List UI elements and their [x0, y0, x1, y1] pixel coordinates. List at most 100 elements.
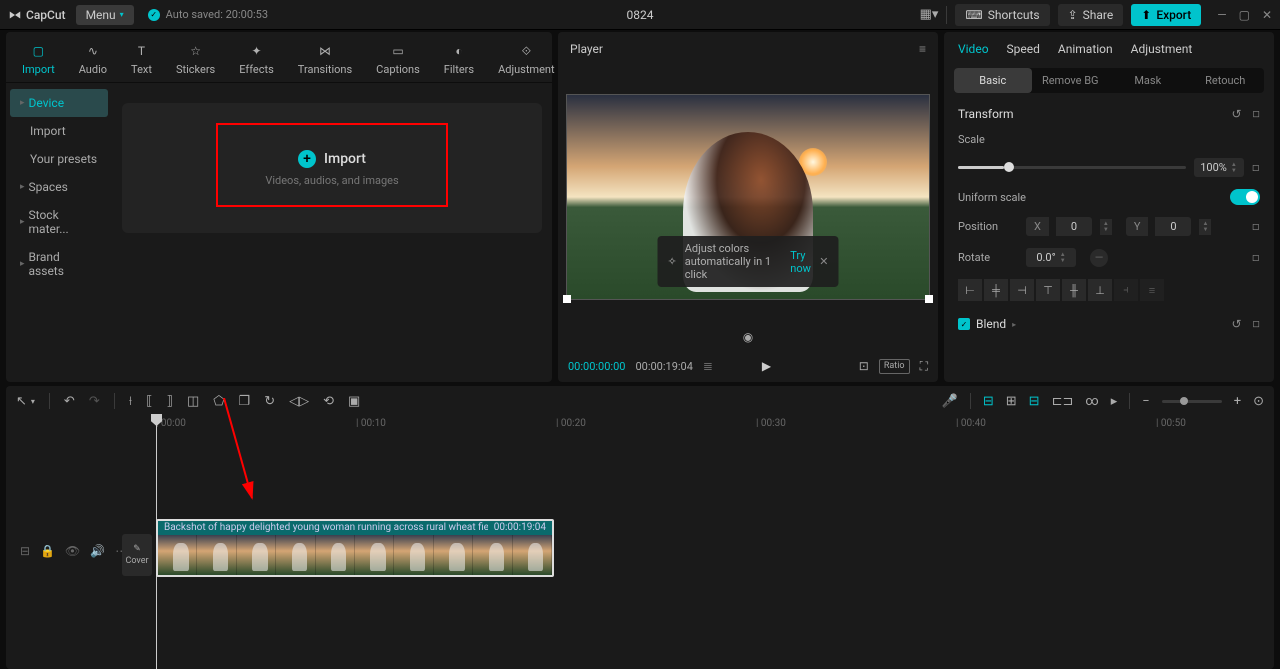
- keyframe-icon[interactable]: ◇: [1248, 219, 1263, 234]
- rotate-value-box[interactable]: 0.0° ▲▼: [1026, 248, 1076, 267]
- align-center-h-button[interactable]: ╪: [984, 279, 1008, 301]
- keyframe-icon[interactable]: ◇: [1248, 106, 1264, 122]
- blend-checkbox[interactable]: [958, 318, 970, 330]
- player-viewport[interactable]: ✧ Adjust colors automatically in 1 click…: [558, 66, 938, 328]
- subtab-mask[interactable]: Mask: [1109, 68, 1187, 93]
- maximize-button[interactable]: ▢: [1239, 8, 1250, 22]
- video-frame[interactable]: ✧ Adjust colors automatically in 1 click…: [566, 94, 930, 300]
- rotate-dial-icon[interactable]: —: [1090, 249, 1108, 267]
- cover-button[interactable]: ✎ Cover: [122, 534, 152, 576]
- prop-tab-adjustment[interactable]: Adjustment: [1131, 42, 1193, 56]
- timeline-area[interactable]: | 00:00| 00:10| 00:20| 00:30| 00:40| 00:…: [6, 416, 1274, 669]
- prop-tab-animation[interactable]: Animation: [1058, 42, 1113, 56]
- resize-handle-br[interactable]: [925, 295, 933, 303]
- resize-handle-bl[interactable]: [563, 295, 571, 303]
- link-icon[interactable]: ∞: [1085, 394, 1098, 409]
- marker-icon[interactable]: ⬠: [213, 394, 224, 409]
- visibility-icon[interactable]: 👁: [65, 544, 80, 558]
- distribute-h-button[interactable]: ⫞: [1114, 279, 1138, 301]
- preview-icon[interactable]: ▸: [1111, 394, 1118, 409]
- slider-thumb[interactable]: [1004, 162, 1014, 172]
- reset-icon[interactable]: ↺: [1231, 107, 1241, 121]
- spinner-icon[interactable]: ▲▼: [1100, 219, 1112, 235]
- distribute-v-button[interactable]: ≡: [1140, 279, 1164, 301]
- align-right-button[interactable]: ⊣: [1010, 279, 1034, 301]
- play-button[interactable]: ▶: [762, 359, 771, 373]
- align-bottom-button[interactable]: ⊥: [1088, 279, 1112, 301]
- export-button[interactable]: ⬆ Export: [1131, 4, 1201, 26]
- tool-tab-adjustment[interactable]: ⟐Adjustment: [490, 36, 563, 82]
- split-left-icon[interactable]: ⟦: [146, 394, 152, 409]
- lock-icon[interactable]: 🔒: [40, 544, 55, 558]
- crop2-icon[interactable]: ▣: [348, 394, 360, 409]
- tool-tab-audio[interactable]: ∿Audio: [71, 36, 115, 82]
- track-toggle-2-icon[interactable]: ⊞: [1006, 394, 1017, 409]
- reverse-icon[interactable]: ↻: [264, 394, 275, 409]
- sidebar-item-spaces[interactable]: ▸Spaces: [10, 173, 108, 201]
- tool-tab-stickers[interactable]: ☆Stickers: [168, 36, 223, 82]
- chevron-icon[interactable]: ▸: [1012, 320, 1016, 329]
- undo-button[interactable]: ↶: [64, 394, 75, 409]
- selection-dropdown-icon[interactable]: ▾: [31, 397, 35, 406]
- timeline-clip[interactable]: Backshot of happy delighted young woman …: [156, 519, 554, 577]
- sidebar-item-stock-mater-[interactable]: ▸Stock mater...: [10, 201, 108, 243]
- track-toggle-1-icon[interactable]: ⊟: [983, 394, 994, 409]
- zoom-out-icon[interactable]: −: [1142, 394, 1149, 409]
- import-dropzone[interactable]: + Import Videos, audios, and images: [122, 103, 542, 233]
- redo-button[interactable]: ↷: [89, 394, 100, 409]
- minimize-button[interactable]: —: [1217, 8, 1226, 22]
- tool-tab-captions[interactable]: ▭Captions: [368, 36, 428, 82]
- zoom-in-icon[interactable]: +: [1234, 394, 1241, 409]
- zoom-thumb[interactable]: [1180, 397, 1188, 405]
- subtab-remove-bg[interactable]: Remove BG: [1032, 68, 1110, 93]
- menu-button[interactable]: Menu ▾: [76, 5, 134, 25]
- zoom-slider[interactable]: [1162, 400, 1222, 403]
- subtab-basic[interactable]: Basic: [954, 68, 1032, 93]
- tool-tab-effects[interactable]: ✦Effects: [231, 36, 282, 82]
- selection-tool-icon[interactable]: ↖: [16, 394, 27, 409]
- keyframe-icon[interactable]: ◇: [1248, 250, 1263, 265]
- time-ruler[interactable]: | 00:00| 00:10| 00:20| 00:30| 00:40| 00:…: [156, 416, 1274, 434]
- subtab-retouch[interactable]: Retouch: [1187, 68, 1265, 93]
- split-right-icon[interactable]: ⟧: [167, 394, 173, 409]
- frame-icon[interactable]: ⊡: [859, 359, 869, 374]
- crop-icon[interactable]: ◫: [187, 394, 199, 409]
- track-toggle-3-icon[interactable]: ⊟: [1029, 394, 1040, 409]
- tip-close-button[interactable]: ✕: [819, 255, 828, 268]
- reset-icon[interactable]: ↺: [1231, 317, 1241, 331]
- align-middle-button[interactable]: ╫: [1062, 279, 1086, 301]
- scale-value-box[interactable]: 100% ▲▼: [1194, 158, 1244, 177]
- close-button[interactable]: ✕: [1262, 8, 1272, 22]
- tool-tab-import[interactable]: ▢Import: [14, 36, 63, 82]
- player-menu-icon[interactable]: ≡: [919, 42, 926, 56]
- sidebar-item-import[interactable]: Import: [10, 117, 108, 145]
- sidebar-item-brand-assets[interactable]: ▸Brand assets: [10, 243, 108, 285]
- tool-tab-filters[interactable]: ◐Filters: [436, 36, 482, 82]
- project-title[interactable]: 0824: [627, 8, 654, 22]
- copy-icon[interactable]: ❐: [239, 394, 251, 409]
- collapse-icon[interactable]: ⊟: [20, 544, 30, 558]
- list-icon[interactable]: ≣: [703, 359, 713, 373]
- share-button[interactable]: ⇪ Share: [1058, 4, 1124, 26]
- keyframe-icon[interactable]: ◇: [1248, 316, 1264, 332]
- position-y-value[interactable]: 0: [1155, 217, 1191, 236]
- tool-tab-text[interactable]: TText: [123, 36, 160, 82]
- sidebar-item-your-presets[interactable]: Your presets: [10, 145, 108, 173]
- tip-try-button[interactable]: Try now: [790, 249, 811, 275]
- align-left-button[interactable]: ⊢: [958, 279, 982, 301]
- spinner-icon[interactable]: ▲▼: [1231, 162, 1237, 174]
- keyframe-icon[interactable]: ◇: [1248, 160, 1263, 175]
- position-x-value[interactable]: 0: [1056, 217, 1092, 236]
- ratio-button[interactable]: Ratio: [879, 359, 910, 374]
- mirror-icon[interactable]: ◁▷: [289, 394, 309, 409]
- uniform-scale-toggle[interactable]: [1230, 189, 1260, 205]
- prop-tab-speed[interactable]: Speed: [1007, 42, 1040, 56]
- tool-tab-transitions[interactable]: ⋈Transitions: [290, 36, 360, 82]
- scale-slider[interactable]: [958, 166, 1186, 169]
- align-top-button[interactable]: ⊤: [1036, 279, 1060, 301]
- sidebar-item-device[interactable]: ▸Device: [10, 89, 108, 117]
- spinner-icon[interactable]: ▲▼: [1060, 252, 1066, 264]
- split-icon[interactable]: ⟊: [129, 394, 132, 409]
- spinner-icon[interactable]: ▲▼: [1199, 219, 1211, 235]
- snapshot-button[interactable]: ◉: [558, 328, 938, 350]
